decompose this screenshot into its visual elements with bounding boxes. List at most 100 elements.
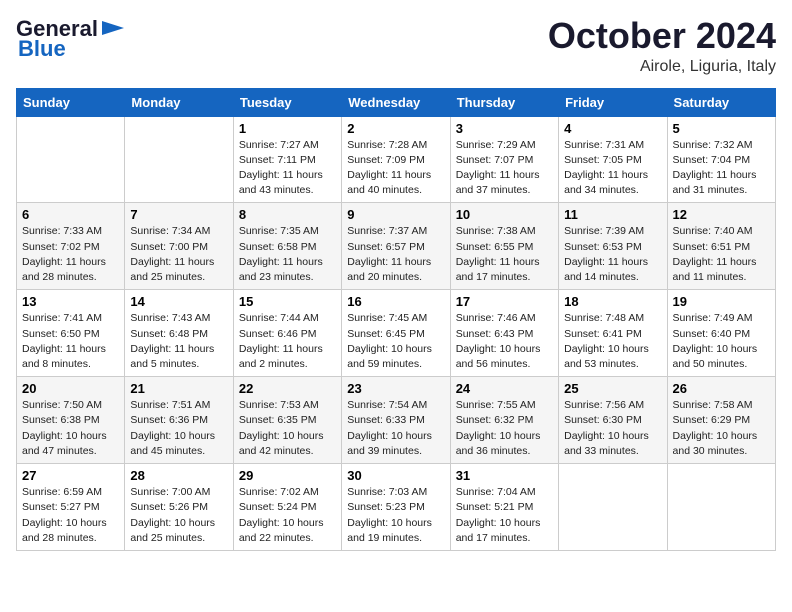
calendar-cell: 10Sunrise: 7:38 AMSunset: 6:55 PMDayligh… [450,203,558,290]
day-info: Sunrise: 7:51 AMSunset: 6:36 PMDaylight:… [130,398,227,459]
day-number: 24 [456,381,553,396]
day-number: 17 [456,294,553,309]
calendar-cell: 27 Sunrise: 6:59 AMSunset: 5:27 PMDayligh… [17,464,125,551]
header-monday: Monday [125,88,233,116]
calendar-cell: 25Sunrise: 7:56 AMSunset: 6:30 PMDayligh… [559,377,667,464]
day-number: 21 [130,381,227,396]
day-number: 18 [564,294,661,309]
day-info: Sunrise: 7:04 AMSunset: 5:21 PMDaylight:… [456,485,553,546]
calendar-cell [559,464,667,551]
calendar-cell: 8 Sunrise: 7:35 AMSunset: 6:58 PMDaylight… [233,203,341,290]
day-number: 8 [239,207,336,222]
logo-flag-icon [100,19,126,37]
calendar-cell [667,464,775,551]
calendar-cell: 2 Sunrise: 7:28 AMSunset: 7:09 PMDaylight… [342,116,450,203]
day-number: 5 [673,121,770,136]
day-number: 28 [130,468,227,483]
day-number: 29 [239,468,336,483]
page-header: General Blue October 2024 Airole, Liguri… [16,16,776,76]
calendar-cell [125,116,233,203]
calendar-table: SundayMondayTuesdayWednesdayThursdayFrid… [16,88,776,551]
day-number: 27 [22,468,119,483]
calendar-cell: 23 Sunrise: 7:54 AMSunset: 6:33 PMDayligh… [342,377,450,464]
logo: General Blue [16,16,126,62]
calendar-cell: 7Sunrise: 7:34 AMSunset: 7:00 PMDaylight… [125,203,233,290]
day-info: Sunrise: 7:48 AMSunset: 6:41 PMDaylight:… [564,311,661,372]
header-friday: Friday [559,88,667,116]
day-number: 12 [673,207,770,222]
calendar-cell: 18 Sunrise: 7:48 AMSunset: 6:41 PMDayligh… [559,290,667,377]
location-subtitle: Airole, Liguria, Italy [548,58,776,76]
day-info: Sunrise: 7:54 AMSunset: 6:33 PMDaylight:… [347,398,444,459]
calendar-cell: 22 Sunrise: 7:53 AMSunset: 6:35 PMDayligh… [233,377,341,464]
day-info: Sunrise: 7:29 AMSunset: 7:07 PMDaylight:… [456,138,553,199]
calendar-cell: 15 Sunrise: 7:44 AMSunset: 6:46 PMDayligh… [233,290,341,377]
calendar-week-5: 27 Sunrise: 6:59 AMSunset: 5:27 PMDayligh… [17,464,776,551]
day-info: Sunrise: 7:45 AMSunset: 6:45 PMDaylight:… [347,311,444,372]
calendar-cell: 26 Sunrise: 7:58 AMSunset: 6:29 PMDayligh… [667,377,775,464]
day-info: Sunrise: 7:34 AMSunset: 7:00 PMDaylight:… [130,224,227,285]
calendar-cell: 11 Sunrise: 7:39 AMSunset: 6:53 PMDayligh… [559,203,667,290]
calendar-week-3: 13 Sunrise: 7:41 AMSunset: 6:50 PMDayligh… [17,290,776,377]
calendar-cell: 30 Sunrise: 7:03 AMSunset: 5:23 PMDayligh… [342,464,450,551]
day-number: 25 [564,381,661,396]
day-info: Sunrise: 7:27 AMSunset: 7:11 PMDaylight:… [239,138,336,199]
day-number: 13 [22,294,119,309]
day-info: Sunrise: 7:53 AMSunset: 6:35 PMDaylight:… [239,398,336,459]
calendar-cell: 1Sunrise: 7:27 AMSunset: 7:11 PMDaylight… [233,116,341,203]
day-number: 11 [564,207,661,222]
day-info: Sunrise: 7:46 AMSunset: 6:43 PMDaylight:… [456,311,553,372]
day-number: 9 [347,207,444,222]
day-info: Sunrise: 7:58 AMSunset: 6:29 PMDaylight:… [673,398,770,459]
day-number: 22 [239,381,336,396]
calendar-cell: 21 Sunrise: 7:51 AMSunset: 6:36 PMDayligh… [125,377,233,464]
day-info: Sunrise: 7:02 AMSunset: 5:24 PMDaylight:… [239,485,336,546]
day-info: Sunrise: 7:31 AMSunset: 7:05 PMDaylight:… [564,138,661,199]
day-info: Sunrise: 7:37 AMSunset: 6:57 PMDaylight:… [347,224,444,285]
day-info: Sunrise: 7:28 AMSunset: 7:09 PMDaylight:… [347,138,444,199]
calendar-cell: 14 Sunrise: 7:43 AMSunset: 6:48 PMDayligh… [125,290,233,377]
calendar-week-1: 1Sunrise: 7:27 AMSunset: 7:11 PMDaylight… [17,116,776,203]
day-info: Sunrise: 7:03 AMSunset: 5:23 PMDaylight:… [347,485,444,546]
day-number: 2 [347,121,444,136]
logo-blue-text: Blue [18,36,66,62]
day-info: Sunrise: 7:49 AMSunset: 6:40 PMDaylight:… [673,311,770,372]
calendar-cell: 9 Sunrise: 7:37 AMSunset: 6:57 PMDaylight… [342,203,450,290]
day-number: 23 [347,381,444,396]
header-thursday: Thursday [450,88,558,116]
header-sunday: Sunday [17,88,125,116]
calendar-week-2: 6Sunrise: 7:33 AMSunset: 7:02 PMDaylight… [17,203,776,290]
day-number: 31 [456,468,553,483]
day-number: 20 [22,381,119,396]
day-number: 6 [22,207,119,222]
day-number: 3 [456,121,553,136]
month-title: October 2024 [548,16,776,56]
title-block: October 2024 Airole, Liguria, Italy [548,16,776,76]
day-info: Sunrise: 7:35 AMSunset: 6:58 PMDaylight:… [239,224,336,285]
day-number: 26 [673,381,770,396]
day-number: 16 [347,294,444,309]
day-info: Sunrise: 6:59 AMSunset: 5:27 PMDaylight:… [22,485,119,546]
calendar-cell: 28 Sunrise: 7:00 AMSunset: 5:26 PMDayligh… [125,464,233,551]
calendar-cell: 12 Sunrise: 7:40 AMSunset: 6:51 PMDayligh… [667,203,775,290]
day-info: Sunrise: 7:41 AMSunset: 6:50 PMDaylight:… [22,311,119,372]
day-info: Sunrise: 7:43 AMSunset: 6:48 PMDaylight:… [130,311,227,372]
day-info: Sunrise: 7:44 AMSunset: 6:46 PMDaylight:… [239,311,336,372]
day-info: Sunrise: 7:00 AMSunset: 5:26 PMDaylight:… [130,485,227,546]
day-info: Sunrise: 7:32 AMSunset: 7:04 PMDaylight:… [673,138,770,199]
day-info: Sunrise: 7:39 AMSunset: 6:53 PMDaylight:… [564,224,661,285]
day-number: 19 [673,294,770,309]
day-number: 30 [347,468,444,483]
day-info: Sunrise: 7:40 AMSunset: 6:51 PMDaylight:… [673,224,770,285]
calendar-cell: 17 Sunrise: 7:46 AMSunset: 6:43 PMDayligh… [450,290,558,377]
calendar-cell: 13 Sunrise: 7:41 AMSunset: 6:50 PMDayligh… [17,290,125,377]
header-wednesday: Wednesday [342,88,450,116]
calendar-week-4: 20Sunrise: 7:50 AMSunset: 6:38 PMDayligh… [17,377,776,464]
header-tuesday: Tuesday [233,88,341,116]
calendar-cell: 4Sunrise: 7:31 AMSunset: 7:05 PMDaylight… [559,116,667,203]
day-number: 14 [130,294,227,309]
day-info: Sunrise: 7:55 AMSunset: 6:32 PMDaylight:… [456,398,553,459]
calendar-cell: 31 Sunrise: 7:04 AMSunset: 5:21 PMDayligh… [450,464,558,551]
day-number: 15 [239,294,336,309]
day-number: 10 [456,207,553,222]
